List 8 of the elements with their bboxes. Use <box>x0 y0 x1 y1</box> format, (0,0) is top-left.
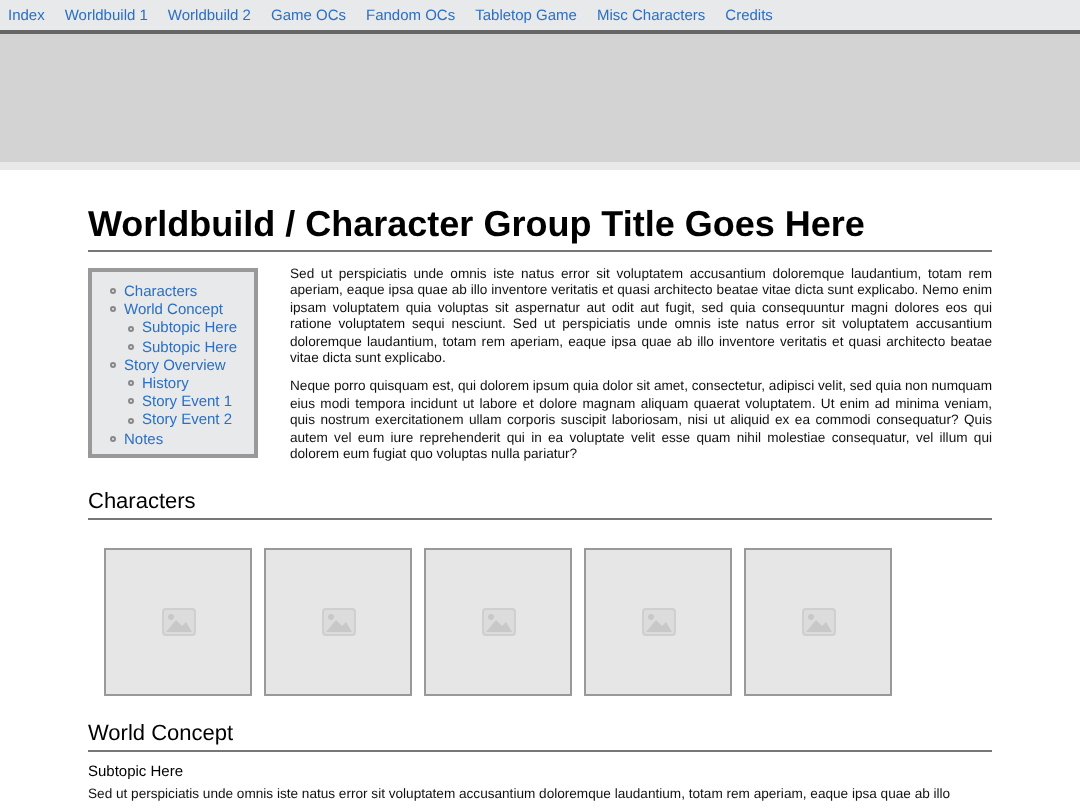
section-heading: Characters <box>88 488 992 521</box>
image-icon <box>641 608 675 637</box>
image-icon <box>321 608 355 637</box>
image-icon <box>801 608 835 637</box>
image-icon <box>481 608 515 637</box>
section-heading: World Concept <box>88 720 992 753</box>
page-title: Worldbuild / Character Group Title Goes Here <box>88 202 992 252</box>
image-icon <box>161 608 195 637</box>
